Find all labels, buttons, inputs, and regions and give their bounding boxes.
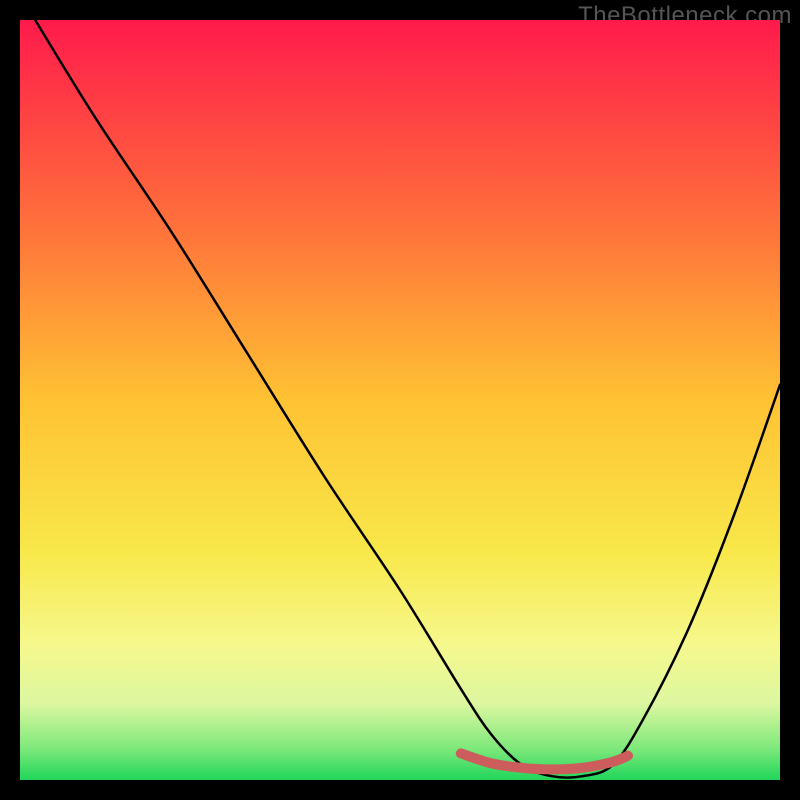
chart-frame: TheBottleneck.com [0,0,800,800]
chart-plot [20,20,780,780]
gradient-background [20,20,780,780]
